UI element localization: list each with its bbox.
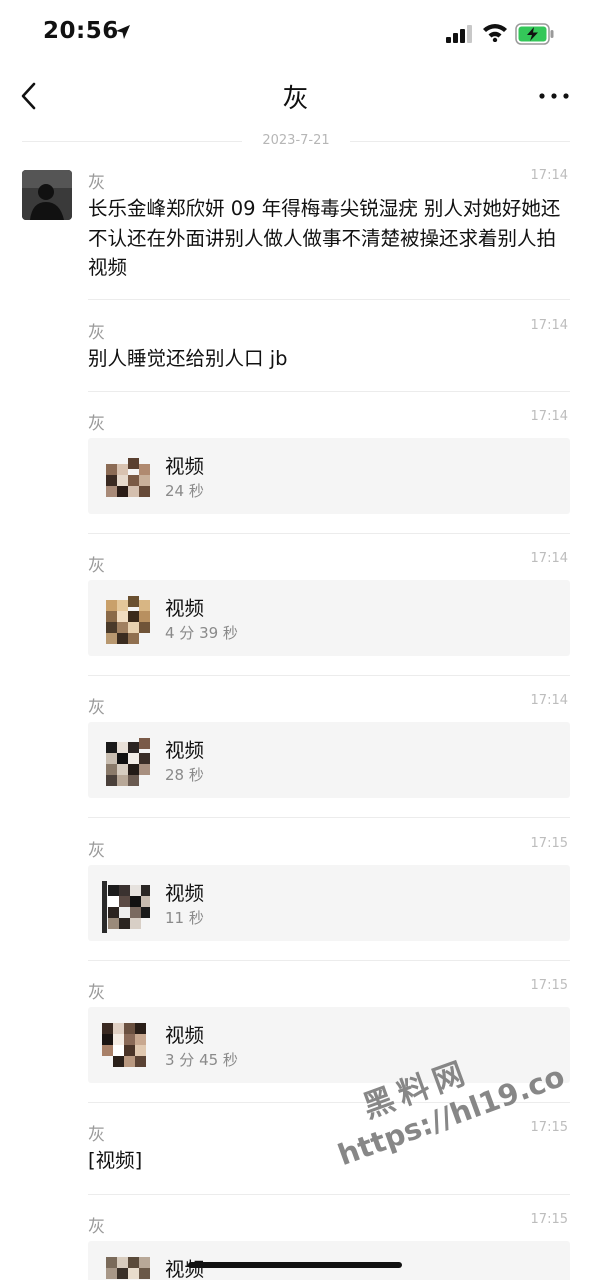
message-time: 17:14	[530, 409, 568, 424]
sender-name: 灰	[88, 173, 105, 193]
sender-name: 灰	[88, 414, 105, 434]
video-message-card[interactable]: 视频	[88, 1241, 570, 1280]
video-label: 视频	[165, 739, 205, 762]
status-bar: 20:56	[0, 0, 591, 66]
video-message-card[interactable]: 视频 24 秒	[88, 438, 570, 514]
message-divider	[88, 960, 570, 961]
message-text: 别人睡觉还给别人口 jb	[88, 347, 288, 370]
message-time: 17:15	[530, 836, 568, 851]
video-label: 视频	[165, 1024, 205, 1047]
video-thumbnail	[106, 1255, 150, 1280]
message-item[interactable]: 灰 17:14 视频 4 分 39 秒	[88, 551, 570, 677]
chat-header: 灰	[0, 66, 591, 126]
message-item[interactable]: 灰 17:15 视频	[88, 1212, 570, 1280]
divider-line	[350, 141, 570, 142]
message-divider	[88, 299, 570, 300]
video-duration: 24 秒	[165, 482, 204, 500]
message-item[interactable]: 灰 17:15 [视频]	[88, 1120, 570, 1196]
video-message-card[interactable]: 视频 4 分 39 秒	[88, 580, 570, 656]
location-arrow-icon	[116, 25, 130, 39]
message-divider	[88, 391, 570, 392]
sender-name: 灰	[88, 698, 105, 718]
video-thumbnail	[102, 879, 150, 935]
sender-name: 灰	[88, 1217, 105, 1237]
video-label: 视频	[165, 882, 205, 905]
message-time: 17:15	[530, 978, 568, 993]
message-item[interactable]: 灰 17:14 别人睡觉还给别人口 jb	[88, 318, 570, 392]
more-options-button[interactable]	[534, 86, 574, 106]
video-label: 视频	[165, 597, 205, 620]
chat-title: 灰	[282, 84, 309, 114]
message-time: 17:14	[530, 318, 568, 333]
video-duration: 11 秒	[165, 909, 204, 927]
sender-name: 灰	[88, 556, 105, 576]
message-time: 17:14	[530, 551, 568, 566]
avatar[interactable]	[22, 170, 72, 220]
video-thumbnail	[106, 452, 150, 508]
sender-name: 灰	[88, 1125, 105, 1145]
message-time: 17:15	[530, 1212, 568, 1227]
message-item[interactable]: 灰 17:14 视频 28 秒	[88, 693, 570, 819]
message-divider	[88, 817, 570, 818]
battery-charging-icon	[515, 23, 554, 45]
video-thumbnail	[102, 1021, 152, 1077]
wifi-icon	[483, 24, 507, 42]
video-label: 视频	[165, 455, 205, 478]
message-item[interactable]: 灰 17:14 视频 24 秒	[88, 409, 570, 535]
more-dots-icon	[539, 93, 569, 99]
date-divider: 2023-7-21	[22, 130, 570, 154]
video-thumbnail	[106, 594, 150, 650]
message-text: [视频]	[88, 1149, 143, 1172]
video-thumbnail	[106, 736, 150, 792]
video-duration: 4 分 39 秒	[165, 624, 238, 642]
message-divider	[88, 533, 570, 534]
message-text: 长乐金峰郑欣妍 09 年得梅毒尖锐湿疣 别人对她好她还不认还在外面讲别人做人做事…	[88, 197, 561, 279]
message-item[interactable]: 灰 17:14 长乐金峰郑欣妍 09 年得梅毒尖锐湿疣 别人对她好她还不认还在外…	[88, 168, 570, 301]
message-divider	[88, 1194, 570, 1195]
status-time: 20:56	[43, 18, 119, 44]
avatar-image	[22, 170, 72, 220]
sender-name: 灰	[88, 983, 105, 1003]
message-time: 17:14	[530, 168, 568, 183]
video-duration: 3 分 45 秒	[165, 1051, 238, 1069]
video-message-card[interactable]: 视频 28 秒	[88, 722, 570, 798]
message-item[interactable]: 灰 17:15 视频 11 秒	[88, 836, 570, 962]
video-message-card[interactable]: 视频 11 秒	[88, 865, 570, 941]
home-indicator[interactable]	[188, 1262, 402, 1268]
message-time: 17:14	[530, 693, 568, 708]
video-duration: 28 秒	[165, 766, 204, 784]
message-divider	[88, 675, 570, 676]
message-time: 17:15	[530, 1120, 568, 1135]
sender-name: 灰	[88, 841, 105, 861]
sender-name: 灰	[88, 323, 105, 343]
cellular-signal-icon	[446, 25, 472, 43]
